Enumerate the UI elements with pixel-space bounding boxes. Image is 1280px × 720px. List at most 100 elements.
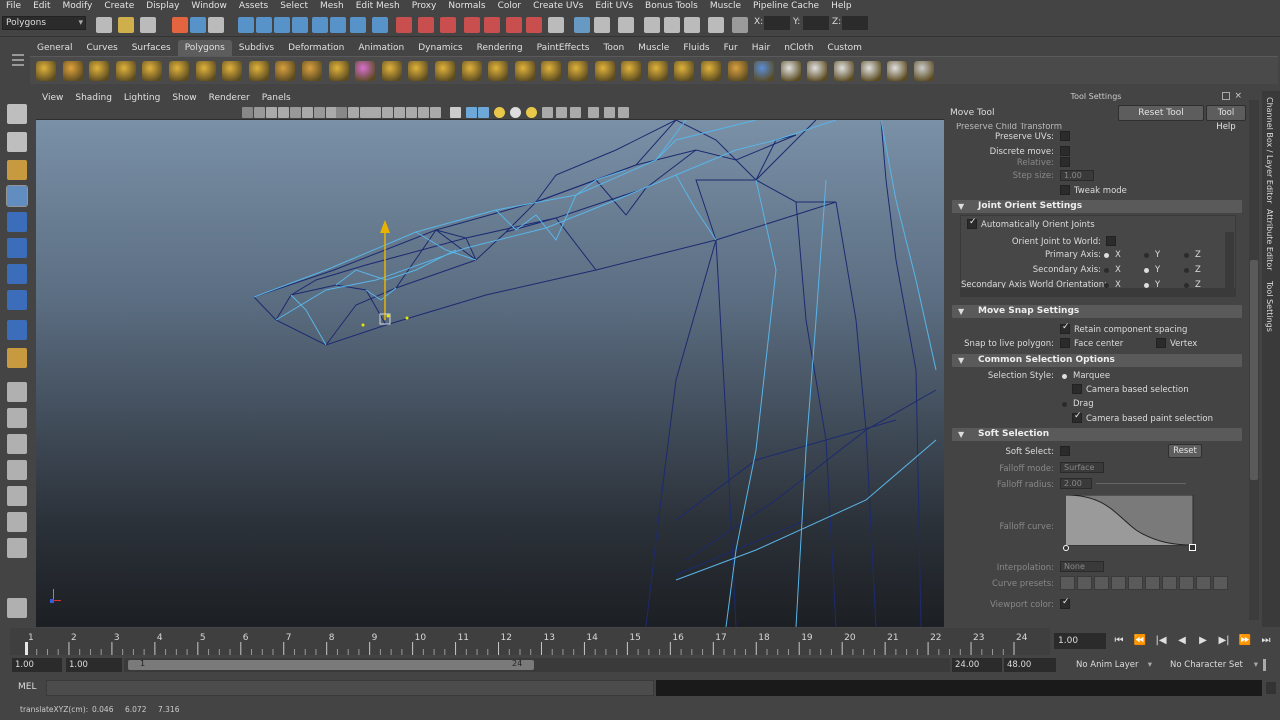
shelf-tab-surfaces[interactable]: Surfaces [125, 40, 178, 56]
playback-button-icon[interactable]: ⏭ [1257, 633, 1275, 649]
status-tool-icon[interactable] [464, 17, 480, 33]
falloff-radius-field[interactable]: 2.00 [1060, 478, 1092, 489]
viewport-tool-icon[interactable] [556, 107, 567, 118]
current-frame-field[interactable]: 1.00 [1054, 633, 1106, 649]
tool-settings-scrollbar[interactable] [1249, 100, 1259, 620]
character-set-select[interactable]: No Character Set ▾ [1158, 658, 1258, 672]
range-slider-handle[interactable]: 1 24 [128, 659, 534, 670]
menu-help[interactable]: Help [825, 0, 858, 13]
secondary-x-radio[interactable] [1104, 268, 1109, 273]
drag-radio[interactable] [1062, 402, 1067, 407]
shelf-tab-fluids[interactable]: Fluids [676, 40, 716, 56]
shelf-tab-painteffects[interactable]: PaintEffects [530, 40, 597, 56]
move-snap-section-header[interactable]: ▼ Move Snap Settings [952, 305, 1242, 318]
status-tool-icon[interactable] [440, 17, 456, 33]
shelf-tool-icon[interactable] [115, 61, 136, 81]
status-tool-icon[interactable] [274, 17, 290, 33]
secondary-z-radio[interactable] [1184, 268, 1189, 273]
anim-layer-select[interactable]: No Anim Layer ▾ [1066, 658, 1152, 672]
menu-edit-mesh[interactable]: Edit Mesh [350, 0, 406, 13]
shelf-tab-muscle[interactable]: Muscle [631, 40, 676, 56]
scale-tool-icon[interactable] [7, 238, 27, 258]
tool-help-button[interactable]: Tool Help [1206, 105, 1246, 132]
x-input[interactable] [764, 16, 790, 30]
shelf-tool-icon[interactable] [355, 61, 376, 81]
shelf-tool-icon[interactable] [541, 61, 562, 81]
shelf-tool-icon[interactable] [807, 61, 828, 81]
shelf-tool-icon[interactable] [834, 61, 854, 81]
curve-preset-button[interactable] [1179, 576, 1194, 590]
shelf-tool-icon[interactable] [514, 61, 535, 81]
viewport-menu-view[interactable]: View [36, 91, 69, 105]
menu-assets[interactable]: Assets [233, 0, 274, 13]
viewport-tool-icon[interactable] [406, 107, 417, 118]
shelf-tool-icon[interactable] [195, 61, 216, 81]
viewport-tool-icon[interactable] [394, 107, 405, 118]
tool-settings-scroll-area[interactable]: Preserve Child Transform Preserve UVs: D… [946, 123, 1246, 627]
current-time-marker[interactable] [25, 642, 28, 655]
paint-select-icon[interactable] [7, 160, 27, 180]
range-slider-track[interactable]: 1 24 [124, 658, 950, 672]
shelf-tab-hair[interactable]: Hair [745, 40, 777, 56]
curve-key-end[interactable] [1189, 544, 1196, 551]
status-tool-icon[interactable] [350, 17, 366, 33]
curve-preset-button[interactable] [1145, 576, 1160, 590]
marquee-radio[interactable] [1062, 374, 1067, 379]
joint-orient-scrollbar[interactable] [1225, 232, 1234, 288]
float-panel-icon[interactable] [1222, 92, 1230, 100]
shelf-tool-icon[interactable] [647, 61, 668, 81]
status-tool-icon[interactable] [190, 17, 206, 33]
auto-orient-checkbox[interactable] [967, 217, 977, 229]
render-layout-icon[interactable] [7, 512, 27, 532]
common-selection-section-header[interactable]: ▼ Common Selection Options [952, 354, 1242, 367]
viewport-tool-icon[interactable] [618, 107, 629, 118]
viewport-tool-icon[interactable] [348, 107, 359, 118]
shelf-tool-icon[interactable] [780, 61, 801, 81]
shelf-tool-icon[interactable] [381, 61, 402, 81]
menu-mesh[interactable]: Mesh [314, 0, 350, 13]
channel-box-tab[interactable]: Channel Box / Layer Editor [1265, 97, 1274, 204]
shelf-menu-icon[interactable] [10, 40, 26, 84]
reset-tool-button[interactable]: Reset Tool [1118, 105, 1204, 121]
status-tool-icon[interactable] [594, 17, 610, 33]
viewport-tool-icon[interactable] [302, 107, 313, 118]
status-tool-icon[interactable] [312, 17, 328, 33]
viewport-tool-icon[interactable] [542, 107, 553, 118]
viewport-tool-icon[interactable] [588, 107, 599, 118]
shelf-tool-icon[interactable] [461, 61, 482, 81]
falloff-mode-select[interactable]: Surface [1060, 462, 1104, 473]
curve-preset-button[interactable] [1060, 576, 1075, 590]
discrete-move-checkbox[interactable] [1060, 146, 1070, 156]
retain-spacing-checkbox[interactable] [1060, 322, 1070, 334]
orient-world-checkbox[interactable] [1106, 236, 1116, 246]
shelf-tool-icon[interactable] [248, 61, 269, 81]
status-tool-icon[interactable] [574, 17, 590, 33]
shelf-tool-icon[interactable] [142, 61, 163, 81]
shelf-tool-icon[interactable] [621, 61, 642, 81]
shelf-tool-icon[interactable] [222, 61, 243, 81]
preserve-uvs-checkbox[interactable] [1060, 131, 1070, 141]
menu-create[interactable]: Create [98, 0, 140, 13]
shelf-tool-icon[interactable] [36, 61, 56, 81]
shelf-tab-custom[interactable]: Custom [820, 40, 868, 56]
soft-select-checkbox[interactable] [1060, 446, 1070, 456]
status-tool-icon[interactable] [118, 17, 134, 33]
playback-button-icon[interactable]: ⏪ [1131, 633, 1149, 649]
shelf-tab-dynamics[interactable]: Dynamics [411, 40, 469, 56]
menu-display[interactable]: Display [140, 0, 185, 13]
status-tool-icon[interactable] [96, 17, 112, 33]
viewport-color-checkbox[interactable] [1060, 597, 1070, 609]
shelf-tool-icon[interactable] [727, 61, 748, 81]
status-tool-icon[interactable] [664, 17, 680, 33]
status-tool-icon[interactable] [396, 17, 412, 33]
uv-layout-icon[interactable] [7, 538, 27, 558]
playback-button-icon[interactable]: ⏩ [1236, 633, 1254, 649]
status-tool-icon[interactable] [548, 17, 564, 33]
menu-file[interactable]: File [0, 0, 27, 13]
status-tool-icon[interactable] [732, 17, 748, 33]
menu-proxy[interactable]: Proxy [406, 0, 443, 13]
status-tool-icon[interactable] [238, 17, 254, 33]
viewport-tool-icon[interactable] [290, 107, 301, 118]
tweak-mode-checkbox[interactable] [1060, 185, 1070, 195]
shelf-tool-icon[interactable] [594, 61, 615, 81]
